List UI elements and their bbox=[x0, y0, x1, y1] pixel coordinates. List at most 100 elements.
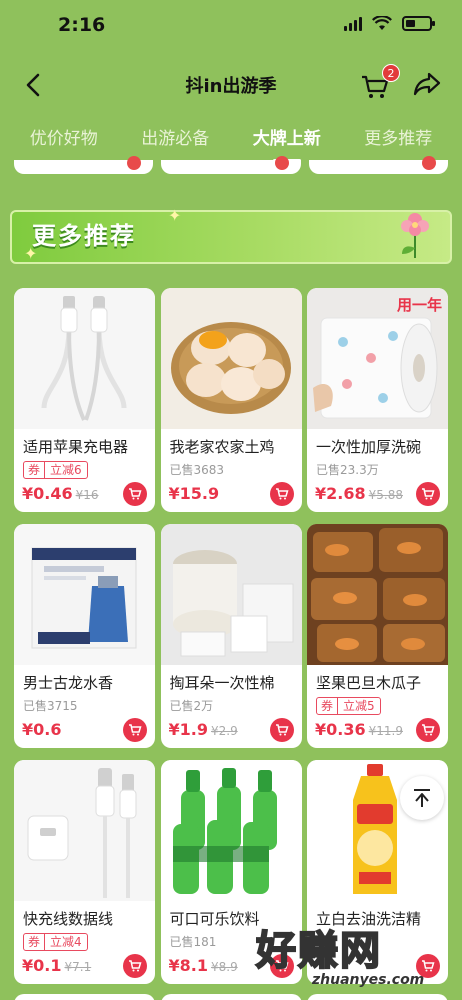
charger-adapter-image bbox=[14, 760, 155, 901]
original-price: ¥5.88 bbox=[368, 488, 403, 502]
peek-card[interactable] bbox=[307, 994, 448, 1000]
share-button[interactable] bbox=[412, 70, 444, 100]
tab-value-goods[interactable]: 优价好物 bbox=[30, 118, 98, 158]
tab-travel-essentials[interactable]: 出游必备 bbox=[141, 118, 209, 158]
watermark-url: zhuanyes.com bbox=[312, 972, 425, 988]
price-row: ¥0.6 bbox=[22, 720, 61, 739]
sparkle-icon: ✦ bbox=[168, 206, 182, 225]
sparkle-icon: ✦ bbox=[24, 244, 38, 263]
sold-count: 已售3715 bbox=[23, 699, 78, 713]
cart-icon bbox=[275, 488, 289, 500]
paper-towel-roll-image: 用一年 bbox=[307, 288, 448, 429]
watermark-logo: 好赚网 zhuanyes.com bbox=[255, 918, 456, 994]
eggs-basket-image bbox=[160, 288, 302, 429]
coupon-badge: 券 立减6 bbox=[23, 461, 88, 479]
coupon-value: 立减6 bbox=[50, 463, 82, 477]
price-row: ¥0.36 ¥11.9 bbox=[315, 720, 403, 739]
cart-icon bbox=[129, 960, 142, 972]
product-title: 坚果巴旦木瓜子 bbox=[316, 674, 422, 692]
add-to-cart-button[interactable] bbox=[269, 482, 294, 506]
add-to-cart-button[interactable] bbox=[416, 718, 440, 742]
cotton-swabs-image bbox=[160, 524, 302, 665]
original-price: ¥16 bbox=[75, 488, 99, 502]
status-icons bbox=[344, 16, 435, 31]
price-row: ¥1.9 ¥2.9 bbox=[169, 720, 238, 739]
section-banner: 更多推荐 ✦ ✦ bbox=[10, 204, 452, 268]
product-title: 男士古龙水香 bbox=[23, 674, 114, 692]
previous-row-peek bbox=[14, 156, 448, 174]
cellular-signal-icon bbox=[344, 16, 362, 31]
coupon-value: 立减5 bbox=[343, 699, 375, 713]
product-card[interactable]: 坚果巴旦木瓜子 券 立减5 ¥0.36 ¥11.9 bbox=[307, 524, 448, 748]
add-to-cart-button[interactable] bbox=[416, 482, 440, 506]
original-price: ¥8.9 bbox=[210, 960, 238, 974]
cart-button[interactable]: 2 bbox=[360, 64, 400, 102]
peek-card[interactable] bbox=[161, 156, 301, 174]
product-card[interactable]: 快充线数据线 券 立减4 ¥0.1 ¥7.1 bbox=[14, 760, 155, 984]
original-price: ¥11.9 bbox=[368, 724, 403, 738]
product-price: ¥15.9 bbox=[168, 484, 220, 503]
cart-icon bbox=[422, 724, 435, 736]
product-card[interactable]: 我老家农家土鸡 已售3683 ¥15.9 bbox=[160, 288, 302, 512]
price-row: ¥15.9 bbox=[169, 484, 220, 503]
peek-card[interactable] bbox=[14, 156, 154, 174]
product-card[interactable]: 适用苹果充电器 券 立减6 ¥0.46 ¥16 bbox=[14, 288, 155, 512]
charging-cable-image bbox=[14, 288, 155, 429]
coupon-tag: 券 bbox=[317, 698, 339, 714]
product-title: 快充线数据线 bbox=[23, 910, 114, 928]
cart-icon bbox=[275, 724, 289, 736]
next-row-peek bbox=[14, 994, 448, 1000]
coupon-tag: 券 bbox=[24, 934, 46, 950]
wifi-icon bbox=[372, 16, 392, 30]
sold-count: 已售2万 bbox=[169, 699, 214, 713]
nut-brittle-image bbox=[307, 524, 448, 665]
soda-bottles-image bbox=[160, 760, 302, 901]
sold-count: 已售3683 bbox=[169, 463, 225, 477]
scroll-to-top-button[interactable] bbox=[400, 776, 444, 820]
cart-count-badge: 2 bbox=[382, 64, 400, 82]
original-price: ¥7.1 bbox=[64, 960, 92, 974]
product-price: ¥0.36 bbox=[315, 720, 366, 739]
product-card[interactable]: 用一年 一次性加厚洗碗 已售23.3万 ¥2.68 ¥5.88 bbox=[307, 288, 448, 512]
coupon-badge: 券 立减5 bbox=[316, 697, 381, 715]
product-price: ¥0.46 bbox=[22, 484, 73, 503]
cart-icon bbox=[129, 488, 142, 500]
add-to-cart-button[interactable] bbox=[123, 954, 147, 978]
product-card[interactable]: 男士古龙水香 已售3715 ¥0.6 bbox=[14, 524, 155, 748]
sold-count: 已售23.3万 bbox=[316, 463, 379, 477]
nav-bar: 抖in出游季 2 bbox=[0, 60, 462, 110]
watermark-title: 好赚网 bbox=[255, 927, 382, 975]
add-to-cart-button[interactable] bbox=[123, 482, 147, 506]
product-price: ¥0.1 bbox=[22, 956, 62, 975]
product-card[interactable]: 掏耳朵一次性棉 已售2万 ¥1.9 ¥2.9 bbox=[160, 524, 302, 748]
price-row: ¥2.68 ¥5.88 bbox=[315, 484, 403, 503]
add-to-cart-button[interactable] bbox=[123, 718, 147, 742]
status-time: 2:16 bbox=[58, 14, 106, 36]
cart-icon bbox=[129, 724, 142, 736]
product-title: 我老家农家土鸡 bbox=[169, 438, 275, 456]
cart-icon bbox=[422, 488, 435, 500]
coupon-tag: 券 bbox=[24, 462, 46, 478]
product-price: ¥2.68 bbox=[315, 484, 366, 503]
price-row: ¥0.1 ¥7.1 bbox=[22, 956, 91, 975]
tab-more-recommendations[interactable]: 更多推荐 bbox=[364, 118, 432, 158]
arrow-up-icon bbox=[414, 789, 430, 807]
status-bar: 2:16 bbox=[0, 0, 462, 56]
battery-icon bbox=[402, 16, 435, 31]
coupon-badge: 券 立减4 bbox=[23, 933, 88, 951]
peek-card[interactable] bbox=[308, 156, 448, 174]
peek-card[interactable] bbox=[160, 994, 302, 1000]
coupon-value: 立减4 bbox=[50, 935, 82, 949]
tab-brand-new[interactable]: 大牌上新 bbox=[253, 118, 321, 158]
product-title: 适用苹果充电器 bbox=[23, 438, 129, 456]
peek-card[interactable] bbox=[14, 994, 155, 1000]
original-price: ¥2.9 bbox=[210, 724, 238, 738]
product-badge: 用一年 bbox=[396, 296, 442, 314]
add-to-cart-button[interactable] bbox=[269, 718, 294, 742]
share-icon bbox=[413, 72, 441, 96]
product-price: ¥1.9 bbox=[168, 720, 208, 739]
product-price: ¥8.1 bbox=[168, 956, 208, 975]
category-tabs: 优价好物 出游必备 大牌上新 更多推荐 bbox=[0, 118, 462, 158]
price-row: ¥8.1 ¥8.9 bbox=[169, 956, 238, 975]
product-title: 一次性加厚洗碗 bbox=[316, 438, 422, 456]
